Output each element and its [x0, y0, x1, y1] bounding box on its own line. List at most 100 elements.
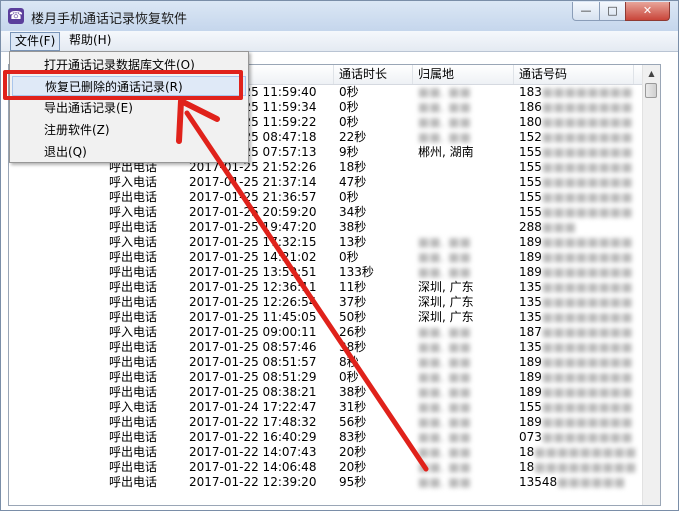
blurred-digits: ■■■■■■■■ [541, 205, 633, 219]
cell-duration: 47秒 [339, 175, 367, 189]
cell-number: 189■■■■■■■■ [519, 265, 633, 279]
table-row[interactable]: 呼出电话 2017-01-22 17:48:32 56秒 ■■, ■■ 189■■■■■… [9, 415, 643, 430]
table-row[interactable]: 呼入电话 2017-01-25 20:59:20 34秒 155■■■■■■■■ [9, 205, 643, 220]
cell-call-type: 呼出电话 [109, 220, 158, 234]
cell-number: 18■■■■■■■■■ [519, 460, 637, 474]
table-row[interactable]: 呼出电话 2017-01-25 08:38:21 38秒 ■■, ■■ 189■■■■■… [9, 385, 643, 400]
blurred-digits: ■■■■■■■■ [541, 385, 633, 399]
cell-number: 183■■■■■■■■ [519, 85, 633, 99]
cell-location: ■■, ■■ [418, 100, 471, 114]
minimize-button[interactable]: — [572, 2, 600, 21]
cell-location: ■■, ■■ [418, 115, 471, 129]
cell-call-type: 呼出电话 [109, 370, 158, 384]
table-row[interactable]: 呼出电话 2017-01-25 08:51:57 8秒 ■■, ■■ 189■■■■■■… [9, 355, 643, 370]
cell-call-type: 呼出电话 [109, 295, 158, 309]
table-row[interactable]: 呼入电话 2017-01-25 21:37:14 47秒 155■■■■■■■■ [9, 175, 643, 190]
cell-duration: 20秒 [339, 445, 367, 459]
cell-duration: 11秒 [339, 280, 367, 294]
menu-item-export[interactable]: 导出通话记录(E) [12, 98, 246, 118]
table-row[interactable]: 呼出电话 2017-01-25 08:57:46 38秒 ■■, ■■ 135■■■■■… [9, 340, 643, 355]
scroll-up-arrow-icon[interactable]: ▲ [643, 65, 660, 82]
cell-number: 189■■■■■■■■ [519, 355, 633, 369]
cell-duration: 0秒 [339, 370, 359, 384]
table-row[interactable]: 呼出电话 2017-01-25 11:45:05 50秒 深圳, 广东 135■■■■■… [9, 310, 643, 325]
cell-number: 155■■■■■■■■ [519, 190, 633, 204]
cell-location: ■■, ■■ [418, 85, 471, 99]
cell-duration: 18秒 [339, 160, 367, 174]
menu-item-register[interactable]: 注册软件(Z) [12, 120, 246, 140]
cell-number: 187■■■■■■■■ [519, 325, 633, 339]
cell-number: 135■■■■■■■■ [519, 295, 633, 309]
table-row[interactable]: 呼入电话 2017-01-25 09:00:11 26秒 ■■, ■■ 187■■■■■… [9, 325, 643, 340]
table-row[interactable]: 呼出电话 2017-01-25 14:21:02 0秒 ■■, ■■ 189■■■■■■… [9, 250, 643, 265]
cell-duration: 31秒 [339, 400, 367, 414]
title-bar[interactable]: ☎ 楼月手机通话记录恢复软件 — □ ✕ [1, 1, 678, 31]
header-location[interactable]: 归属地 [413, 65, 514, 84]
cell-location: 郴州, 湖南 [418, 145, 474, 159]
vertical-scrollbar[interactable]: ▲ [642, 65, 660, 505]
cell-call-type: 呼出电话 [109, 385, 158, 399]
cell-duration: 13秒 [339, 235, 367, 249]
cell-call-time: 2017-01-25 21:36:57 [189, 190, 317, 204]
menu-item-exit[interactable]: 退出(Q) [12, 142, 246, 162]
header-duration[interactable]: 通话时长 [334, 65, 413, 84]
cell-number: 18■■■■■■■■■ [519, 445, 637, 459]
close-button[interactable]: ✕ [625, 2, 670, 21]
menu-file[interactable]: 文件(F) [10, 32, 61, 51]
menu-bar: 文件(F) 帮助(H) [1, 31, 678, 52]
maximize-button[interactable]: □ [599, 2, 626, 21]
cell-location: ■■, ■■ [418, 250, 471, 264]
table-row[interactable]: 呼出电话 2017-01-22 14:07:43 20秒 ■■, ■■ 18■■■■■■… [9, 445, 643, 460]
cell-call-type: 呼入电话 [109, 325, 158, 339]
cell-call-type: 呼出电话 [109, 355, 158, 369]
blurred-digits: ■■■■■■■■ [541, 340, 633, 354]
cell-duration: 83秒 [339, 430, 367, 444]
cell-call-type: 呼入电话 [109, 400, 158, 414]
blurred-digits: ■■■■■■■■ [541, 415, 633, 429]
blurred-digits: ■■■■■■■■ [541, 430, 633, 444]
scroll-thumb[interactable] [645, 83, 657, 98]
table-row[interactable]: 呼出电话 2017-01-25 13:59:51 133秒 ■■, ■■ 189■■■■… [9, 265, 643, 280]
cell-number: 13548■■■■■■ [519, 475, 626, 489]
cell-number: 155■■■■■■■■ [519, 175, 633, 189]
cell-number: 155■■■■■■■■ [519, 205, 633, 219]
table-row[interactable]: 呼出电话 2017-01-22 16:40:29 83秒 ■■, ■■ 073■■■■■… [9, 430, 643, 445]
cell-number: 152■■■■■■■■ [519, 130, 633, 144]
table-row[interactable]: 呼出电话 2017-01-25 19:47:20 38秒 288■■■ [9, 220, 643, 235]
cell-call-time: 2017-01-25 12:36:11 [189, 280, 317, 294]
cell-number: 155■■■■■■■■ [519, 400, 633, 414]
cell-number: 135■■■■■■■■ [519, 310, 633, 324]
table-row[interactable]: 呼出电话 2017-01-22 14:06:48 20秒 ■■, ■■ 18■■■■■■… [9, 460, 643, 475]
table-row[interactable]: 呼出电话 2017-01-25 12:26:54 37秒 深圳, 广东 135■■■■■… [9, 295, 643, 310]
blurred-digits: ■■■■■■■■ [541, 235, 633, 249]
cell-duration: 37秒 [339, 295, 367, 309]
cell-location: ■■, ■■ [418, 475, 471, 489]
cell-duration: 20秒 [339, 460, 367, 474]
table-row[interactable]: 呼出电话 2017-01-25 21:36:57 0秒 155■■■■■■■■ [9, 190, 643, 205]
cell-call-time: 2017-01-25 20:59:20 [189, 205, 317, 219]
cell-number: 135■■■■■■■■ [519, 280, 633, 294]
cell-duration: 38秒 [339, 340, 367, 354]
cell-duration: 56秒 [339, 415, 367, 429]
table-row[interactable]: 呼出电话 2017-01-25 12:36:11 11秒 深圳, 广东 135■■■■■… [9, 280, 643, 295]
header-number[interactable]: 通话号码 [514, 65, 634, 84]
table-row[interactable]: 呼入电话 2017-01-25 17:32:15 13秒 ■■, ■■ 189■■■■■… [9, 235, 643, 250]
cell-location: ■■, ■■ [418, 460, 471, 474]
table-row[interactable]: 呼出电话 2017-01-22 12:39:20 95秒 ■■, ■■ 13548■■■… [9, 475, 643, 490]
cell-location: ■■, ■■ [418, 340, 471, 354]
cell-duration: 0秒 [339, 100, 359, 114]
table-row[interactable]: 呼出电话 2017-01-25 08:51:29 0秒 ■■, ■■ 189■■■■■■… [9, 370, 643, 385]
cell-duration: 133秒 [339, 265, 374, 279]
cell-duration: 0秒 [339, 250, 359, 264]
cell-call-time: 2017-01-25 09:00:11 [189, 325, 317, 339]
cell-duration: 26秒 [339, 325, 367, 339]
cell-call-type: 呼入电话 [109, 175, 158, 189]
cell-number: 189■■■■■■■■ [519, 235, 633, 249]
blurred-digits: ■■■■■■■■ [541, 115, 633, 129]
red-highlight-box [3, 70, 243, 100]
cell-number: 189■■■■■■■■ [519, 385, 633, 399]
menu-help[interactable]: 帮助(H) [65, 32, 115, 49]
cell-call-type: 呼出电话 [109, 265, 158, 279]
phone-icon: ☎ [8, 8, 24, 24]
table-row[interactable]: 呼入电话 2017-01-24 17:22:47 31秒 ■■, ■■ 155■■■■■… [9, 400, 643, 415]
